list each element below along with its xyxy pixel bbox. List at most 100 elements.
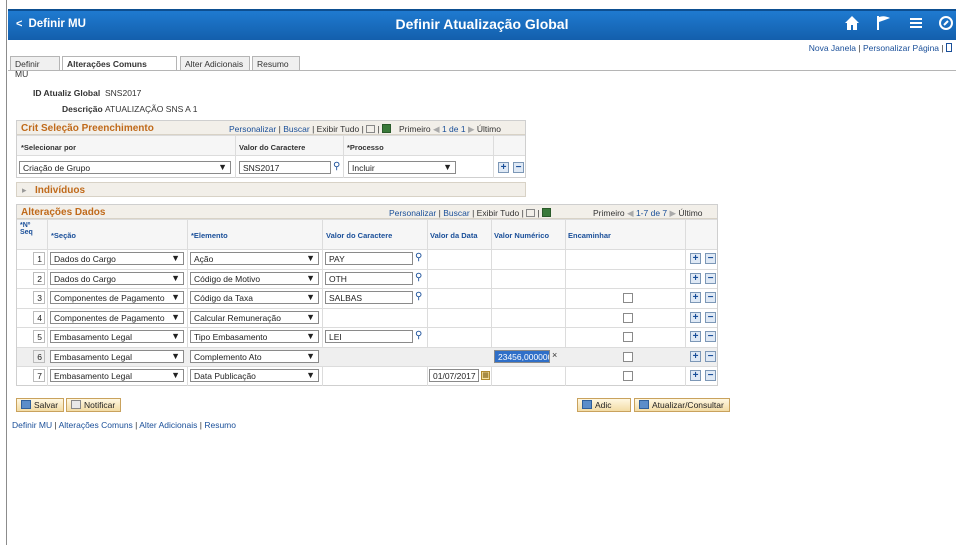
help-icon[interactable] [946,43,952,52]
chevron-down-icon: ▼ [306,351,315,361]
section-dropdown[interactable]: Dados do Cargo ▼ [50,252,184,265]
numeric-value-input[interactable]: 23456,000000 [494,350,550,363]
chevron-down-icon: ▼ [171,351,180,361]
delete-row-button[interactable]: − [705,370,716,381]
bottom-link-alteracoes-comuns[interactable]: Alterações Comuns [59,420,133,430]
save-button[interactable]: Salvar [16,398,65,412]
element-dropdown[interactable]: Código da Taxa ▼ [190,291,319,304]
char-value-input[interactable]: LEI [325,330,413,343]
section-dropdown[interactable]: Embasamento Legal ▼ [50,350,184,363]
update-display-button[interactable]: Atualizar/Consultar [634,398,730,412]
lookup-icon[interactable]: ⚲ [415,252,422,263]
element-dropdown[interactable]: Código de Motivo ▼ [190,272,319,285]
first-link[interactable]: Primeiro [399,124,431,134]
prev-icon[interactable]: ◀ [627,208,634,218]
next-icon[interactable]: ▶ [670,208,677,218]
tab-alteracoes-comuns[interactable]: Alterações Comuns [62,56,177,71]
lookup-icon[interactable]: ⚲ [333,161,340,172]
menu-icon[interactable] [908,15,924,36]
add-row-button[interactable]: + [690,253,701,264]
add-row-button[interactable]: + [690,292,701,303]
char-value-input[interactable]: SNS2017 [239,161,331,174]
select-by-dropdown[interactable]: Criação de Grupo ▼ [19,161,231,174]
view-all-link[interactable]: Exibir Tudo [317,124,360,134]
bottom-link-resumo[interactable]: Resumo [204,420,236,430]
navbar-icon[interactable] [938,15,954,36]
personalize-link[interactable]: Personalizar [389,208,436,218]
chevron-down-icon: ▼ [306,312,315,322]
notify-button[interactable]: Notificar [66,398,122,412]
personalize-page-link[interactable]: Personalizar Página [863,43,939,53]
delete-row-button[interactable]: − [705,292,716,303]
changes-grid-title: Alterações Dados [21,207,106,218]
forward-checkbox[interactable] [623,332,633,342]
element-dropdown[interactable]: Data Publicação ▼ [190,369,319,382]
element-dropdown[interactable]: Calcular Remuneração ▼ [190,311,319,324]
section-dropdown[interactable]: Dados do Cargo ▼ [50,272,184,285]
lookup-icon[interactable]: ⚲ [415,272,422,283]
view-all-link[interactable]: Exibir Tudo [477,208,520,218]
process-dropdown[interactable]: Incluir ▼ [348,161,456,174]
element-dropdown[interactable]: Ação ▼ [190,252,319,265]
forward-checkbox[interactable] [623,313,633,323]
home-icon[interactable] [844,15,860,36]
personalize-link[interactable]: Personalizar [229,124,276,134]
flag-icon[interactable] [876,15,892,36]
bottom-link-definir-mu[interactable]: Definir MU [12,420,52,430]
delete-row-button[interactable]: − [705,351,716,362]
char-value-input[interactable]: SALBAS [325,291,413,304]
next-icon[interactable]: ▶ [468,124,475,134]
add-row-button[interactable]: + [690,312,701,323]
last-link[interactable]: Último [678,208,702,218]
char-value-input[interactable]: OTH [325,272,413,285]
col-section: *Seção [51,231,77,240]
clear-icon[interactable]: × [552,350,557,360]
forward-checkbox[interactable] [623,371,633,381]
forward-checkbox[interactable] [623,293,633,303]
section-dropdown[interactable]: Componentes de Pagamento ▼ [50,291,184,304]
lookup-icon[interactable]: ⚲ [415,330,422,341]
find-link[interactable]: Buscar [443,208,469,218]
add-row-button[interactable]: + [498,162,509,173]
calendar-icon[interactable]: ▦ [481,371,490,380]
zoom-icon[interactable] [526,209,536,217]
chevron-down-icon: ▼ [306,292,315,302]
download-icon[interactable] [382,124,392,133]
lookup-icon[interactable]: ⚲ [415,291,422,302]
tab-resumo[interactable]: Resumo [252,56,300,70]
individuals-section[interactable]: ▸ Indivíduos [16,182,526,197]
download-icon[interactable] [542,208,552,217]
add-icon [582,400,592,409]
delete-row-button[interactable]: − [705,331,716,342]
forward-checkbox[interactable] [623,352,633,362]
section-dropdown[interactable]: Componentes de Pagamento ▼ [50,311,184,324]
element-dropdown[interactable]: Complemento Ato ▼ [190,350,319,363]
seq-cell: 3 [33,291,45,304]
prev-icon[interactable]: ◀ [433,124,440,134]
add-row-button[interactable]: + [690,370,701,381]
first-link[interactable]: Primeiro [593,208,625,218]
delete-row-button[interactable]: − [705,273,716,284]
tab-definir-mu[interactable]: Definir MU [10,56,60,79]
delete-row-button[interactable]: − [513,162,524,173]
page-title: Definir Atualização Global [395,16,569,32]
element-dropdown[interactable]: Tipo Embasamento ▼ [190,330,319,343]
delete-row-button[interactable]: − [705,253,716,264]
find-link[interactable]: Buscar [283,124,309,134]
tab-alter-adicionais[interactable]: Alter Adicionais [180,56,250,70]
criteria-grid-header: Crit Seleção Preenchimento Personalizar … [17,121,525,135]
section-dropdown[interactable]: Embasamento Legal ▼ [50,330,184,343]
add-row-button[interactable]: + [690,273,701,284]
section-dropdown[interactable]: Embasamento Legal ▼ [50,369,184,382]
new-window-link[interactable]: Nova Janela [809,43,856,53]
date-value-input[interactable]: 01/07/2017 [429,369,479,382]
add-button[interactable]: Adic [577,398,631,412]
char-value-input[interactable]: PAY [325,252,413,265]
changes-grid-header: Alterações Dados Personalizar | Buscar |… [17,205,717,219]
bottom-link-alter-adicionais[interactable]: Alter Adicionais [139,420,197,430]
last-link[interactable]: Último [477,124,501,134]
add-row-button[interactable]: + [690,351,701,362]
delete-row-button[interactable]: − [705,312,716,323]
add-row-button[interactable]: + [690,331,701,342]
zoom-icon[interactable] [366,125,376,133]
